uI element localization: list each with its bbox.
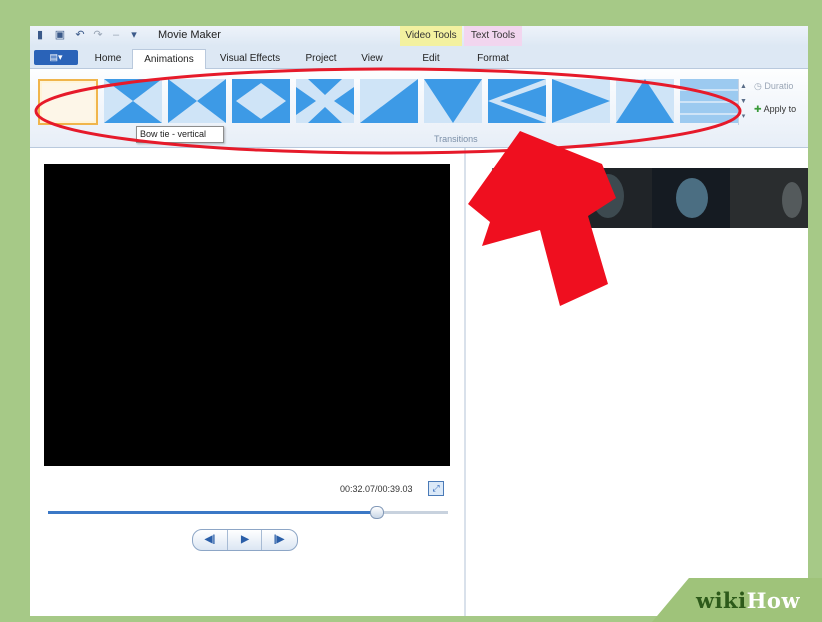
tab-edit[interactable]: Edit <box>400 49 462 68</box>
redo-icon[interactable]: ↷ <box>92 29 104 42</box>
transition-bars[interactable] <box>680 79 738 123</box>
storyboard-strip[interactable] <box>492 168 808 228</box>
play-button[interactable]: ▶ <box>227 530 262 550</box>
previous-frame-button[interactable]: ◀| <box>193 530 227 550</box>
gallery-more-icon[interactable]: ▾ <box>739 109 748 124</box>
window-title: Movie Maker <box>158 29 221 41</box>
tab-visual-effects[interactable]: Visual Effects <box>210 49 290 68</box>
playback-controls: ◀| ▶ |▶ <box>192 529 298 551</box>
video-tools-context: Video Tools <box>400 26 462 46</box>
cross-icon <box>296 79 354 123</box>
transition-bow-tie-horizontal[interactable] <box>168 79 226 123</box>
bow-tie-horizontal-icon <box>168 79 226 123</box>
chevron-up-icon <box>616 79 674 123</box>
duration-label: Duratio <box>764 81 794 91</box>
transition-diamond[interactable] <box>232 79 290 123</box>
bars-icon <box>680 79 738 123</box>
transition-chevron-up[interactable] <box>616 79 674 123</box>
tab-view[interactable]: View <box>350 49 394 68</box>
tab-home[interactable]: Home <box>88 49 128 68</box>
diamond-icon <box>232 79 290 123</box>
no-transition-icon <box>42 83 94 121</box>
scroll-up-icon[interactable]: ▲ <box>739 79 748 94</box>
duration-control[interactable]: ◷ Duratio <box>754 81 793 92</box>
transition-bow-tie-vertical[interactable] <box>104 79 162 123</box>
next-frame-button[interactable]: |▶ <box>261 530 296 550</box>
transition-cross[interactable] <box>296 79 354 123</box>
chevron-down-icon <box>424 79 482 123</box>
tab-format[interactable]: Format <box>464 49 522 68</box>
separator-icon: – <box>112 29 120 41</box>
storyboard-frames <box>492 168 808 228</box>
chevron-left-icon <box>488 79 546 123</box>
playback-time: 00:32.07/00:39.03 <box>340 484 413 494</box>
save-icon[interactable]: ▣ <box>54 29 66 42</box>
wikihow-watermark: wikiHow <box>652 578 822 622</box>
text-tools-context: Text Tools <box>464 26 522 46</box>
apply-label: Apply to <box>763 104 797 114</box>
ribbon-tabs: ▤▾ Home Animations Visual Effects Projec… <box>30 46 808 69</box>
wikihow-logo: wikiHow <box>696 588 801 613</box>
chevron-right-icon <box>552 79 610 123</box>
bow-tie-vertical-icon <box>104 79 162 123</box>
tab-project[interactable]: Project <box>296 49 346 68</box>
transition-none[interactable] <box>38 79 98 125</box>
seek-progress <box>48 511 376 514</box>
gallery-scrollbar[interactable]: ▲ ▼ ▾ <box>738 79 748 125</box>
transition-diagonal[interactable] <box>360 79 418 123</box>
undo-icon[interactable]: ↶ <box>74 29 86 42</box>
transition-chevron-right[interactable] <box>552 79 610 123</box>
diagonal-icon <box>360 79 418 123</box>
apply-icon: ✚ <box>754 104 762 114</box>
seek-handle[interactable] <box>370 506 384 519</box>
app-icon[interactable]: ▮ <box>34 29 46 42</box>
fullscreen-preview-icon[interactable]: ⤢ <box>428 481 444 496</box>
apply-to-all-button[interactable]: ✚ Apply to <box>754 104 796 115</box>
scroll-down-icon[interactable]: ▼ <box>739 94 748 109</box>
movie-maker-window: ▮ ▣ ↶ ↷ – ▾ Movie Maker Video Tools Text… <box>30 26 808 616</box>
video-preview[interactable] <box>44 164 450 466</box>
file-menu-button[interactable]: ▤▾ <box>34 50 78 65</box>
transition-tooltip: Bow tie - vertical <box>136 126 224 143</box>
tab-animations[interactable]: Animations <box>132 49 206 69</box>
pane-divider[interactable] <box>464 148 466 616</box>
seek-bar[interactable] <box>48 506 448 519</box>
quick-access-toolbar: ▮ ▣ ↶ ↷ – ▾ Movie Maker Video Tools Text… <box>30 26 808 47</box>
customize-toolbar-icon[interactable]: ▾ <box>128 29 140 42</box>
transitions-group-label: Transitions <box>434 134 478 144</box>
transition-chevron-down[interactable] <box>424 79 482 123</box>
transition-chevron-left[interactable] <box>488 79 546 123</box>
